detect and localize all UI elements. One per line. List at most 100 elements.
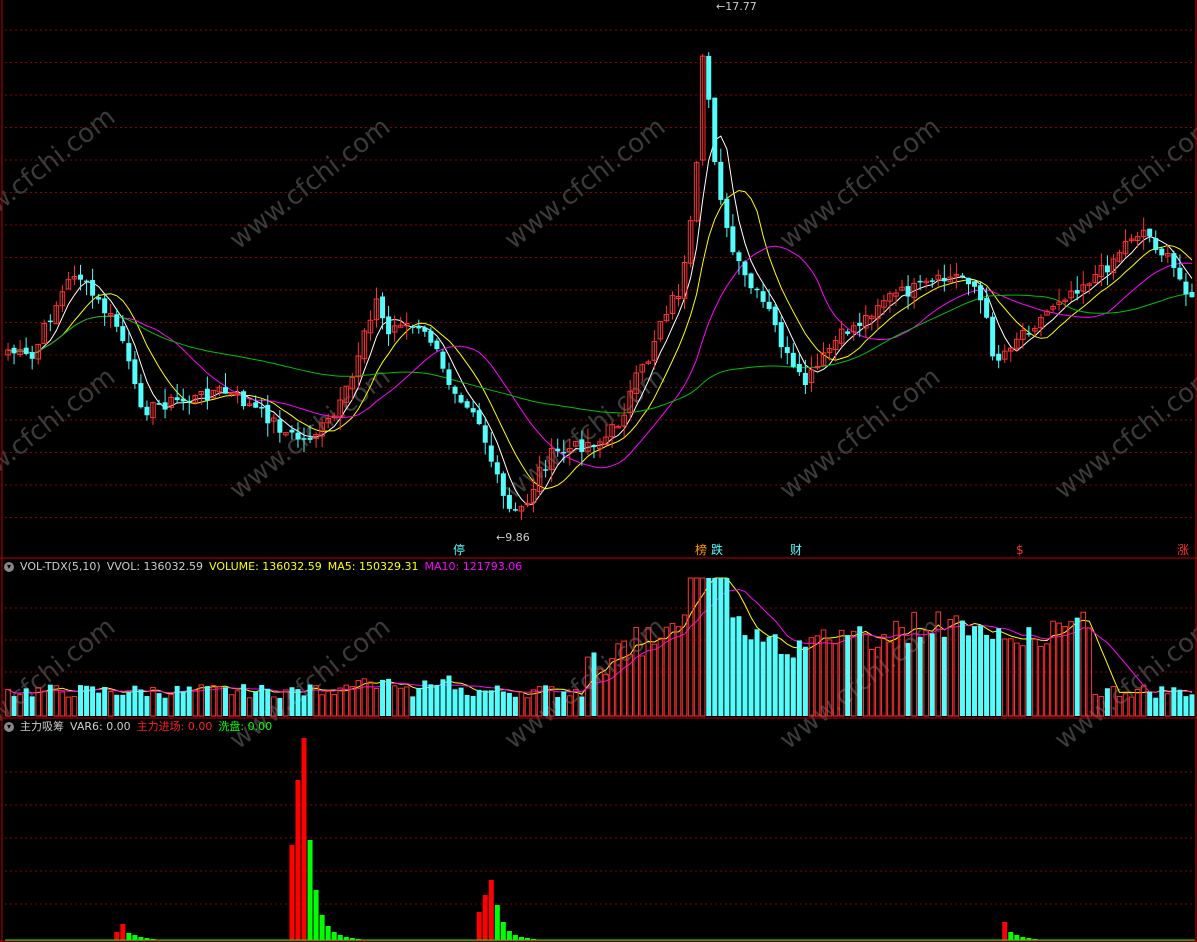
volume-bar bbox=[1038, 645, 1044, 717]
indicator-bars bbox=[5, 738, 1195, 941]
volume-bar bbox=[11, 696, 17, 716]
volume-bar bbox=[1044, 643, 1050, 717]
volume-bar bbox=[107, 691, 114, 717]
candle-body bbox=[959, 275, 965, 277]
candlestick-series bbox=[5, 52, 1195, 520]
watermark-text: www.cfchi.com bbox=[1049, 112, 1197, 256]
ma60-line bbox=[7, 293, 1193, 414]
volume-bar bbox=[984, 634, 990, 716]
vol-ma10-label: MA10: 121793.06 bbox=[424, 560, 523, 573]
volume-bar bbox=[428, 684, 434, 716]
washout-bar bbox=[132, 935, 138, 940]
volume-indicator-name[interactable]: VOL-TDX(5,10) bbox=[20, 560, 101, 573]
candle-body bbox=[543, 469, 549, 471]
main-inflow-bar bbox=[1002, 922, 1008, 940]
candle-body bbox=[23, 347, 29, 354]
volume-bar bbox=[482, 690, 488, 716]
candle-body bbox=[162, 402, 168, 410]
stock-chart[interactable]: www.cfchi.com www.cfchi.com www.cfchi.com w… bbox=[0, 0, 1197, 942]
candle-body bbox=[47, 320, 53, 323]
candle-body bbox=[790, 352, 796, 367]
candle-body bbox=[905, 286, 911, 297]
volume-bar bbox=[1026, 627, 1032, 716]
candle-body bbox=[253, 402, 259, 408]
volume-bar bbox=[180, 691, 186, 716]
washout-bar bbox=[126, 933, 132, 940]
candle-body bbox=[1104, 265, 1110, 273]
watermark-text: www.cfchi.com bbox=[499, 362, 671, 506]
volume-bar bbox=[972, 626, 978, 716]
candle-body bbox=[120, 326, 126, 342]
volume-bar bbox=[1032, 638, 1038, 717]
var6-label: VAR6: 0.00 bbox=[70, 720, 131, 733]
candle-body bbox=[1026, 333, 1032, 335]
candle-body bbox=[1183, 281, 1189, 295]
marker-rise[interactable]: 涨 bbox=[1176, 543, 1190, 557]
candle-body bbox=[126, 343, 132, 362]
volume-bar bbox=[1189, 694, 1195, 716]
candle-body bbox=[754, 288, 760, 291]
candle-body bbox=[718, 161, 724, 200]
candle-body bbox=[241, 391, 247, 407]
washout-bar bbox=[500, 922, 506, 940]
vvol-label: VVOL: 136032.59 bbox=[106, 560, 204, 573]
volume-bar bbox=[144, 696, 150, 716]
candle-body bbox=[591, 444, 597, 448]
volume-bar bbox=[543, 685, 549, 716]
volume-bar bbox=[699, 577, 706, 717]
watermark-text: www.cfchi.com bbox=[499, 612, 671, 756]
candle-body bbox=[978, 285, 984, 301]
candle-body bbox=[972, 281, 978, 287]
volume-bar bbox=[772, 634, 778, 716]
candle-body bbox=[452, 386, 458, 394]
volume-bar bbox=[561, 691, 567, 716]
volume-bar bbox=[639, 655, 646, 717]
marker-finance[interactable]: 财 bbox=[789, 543, 803, 557]
candle-body bbox=[307, 437, 313, 440]
volume-bar bbox=[941, 636, 947, 716]
chevron-down-icon[interactable]: ▾ bbox=[4, 562, 14, 572]
volume-bar bbox=[500, 691, 506, 716]
marker-fall[interactable]: 跌 bbox=[710, 543, 724, 557]
marker-fall-text: 跌 bbox=[711, 543, 724, 557]
candle-body bbox=[996, 353, 1002, 361]
candle-body bbox=[416, 325, 422, 329]
candle-body bbox=[766, 301, 772, 310]
volume-bar bbox=[295, 689, 301, 716]
marker-list[interactable]: 榜 bbox=[694, 543, 708, 557]
volume-bar bbox=[845, 635, 851, 716]
volume-bar bbox=[978, 625, 984, 716]
volume-bar bbox=[712, 578, 718, 716]
volume-bar bbox=[742, 635, 748, 716]
volume-bar bbox=[669, 622, 676, 717]
volume-bar bbox=[422, 680, 428, 716]
volume-bar bbox=[953, 615, 960, 717]
candle-body bbox=[561, 451, 567, 454]
volume-bar bbox=[766, 636, 772, 716]
volume-bar bbox=[23, 688, 29, 716]
main-inflow-bar bbox=[295, 780, 301, 940]
candle-body bbox=[144, 406, 150, 416]
washout-bar bbox=[512, 935, 518, 940]
volume-bar bbox=[391, 685, 398, 717]
volume-bar bbox=[1165, 693, 1171, 717]
indicator-name[interactable]: 主力吸筹 bbox=[20, 720, 64, 733]
volume-bar bbox=[784, 654, 790, 716]
chevron-down-icon[interactable]: ▾ bbox=[4, 722, 14, 732]
volume-bar bbox=[319, 694, 325, 717]
volume-bar bbox=[410, 696, 416, 716]
candle-body bbox=[180, 398, 186, 402]
volume-bar bbox=[150, 686, 156, 717]
volume-bar bbox=[440, 679, 446, 716]
volume-bar bbox=[1177, 689, 1183, 716]
volume-bar bbox=[138, 689, 144, 716]
marker-halt[interactable]: 停 bbox=[452, 543, 466, 557]
volume-bar bbox=[114, 694, 120, 716]
candle-body bbox=[132, 359, 138, 385]
watermark-text: www.cfchi.com bbox=[0, 362, 121, 506]
marker-dollar[interactable]: $ bbox=[1015, 543, 1025, 557]
watermark-text: www.cfchi.com bbox=[499, 112, 671, 256]
volume-bar bbox=[790, 657, 796, 716]
volume-bar bbox=[174, 685, 180, 716]
candle-body bbox=[512, 509, 518, 511]
